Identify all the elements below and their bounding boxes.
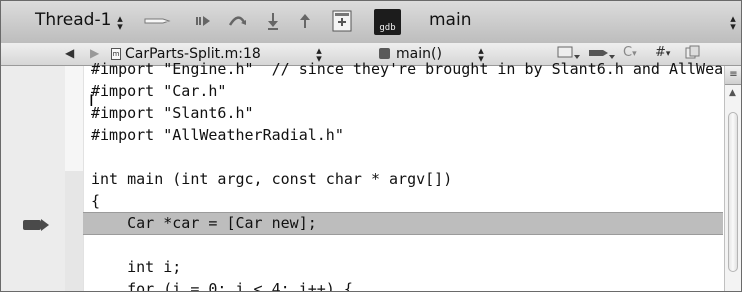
class-menu-glyph: C [623,45,633,60]
code-line[interactable]: #import "AllWeatherRadial.h" [91,125,344,145]
vertical-scrollbar[interactable]: ≡ ▲ [724,66,741,291]
class-menu-icon[interactable]: C▾ [623,45,637,60]
code-editor[interactable]: #import "Engine.h" // since they're brou… [1,59,723,291]
thread-popup-arrows-icon[interactable]: ▴ ▾ [115,13,125,32]
step-out-icon[interactable] [297,9,313,33]
file-icon-glyph: m [112,50,120,58]
scrollbar-thumb[interactable] [728,112,738,272]
pragma-menu-icon[interactable]: #▾ [655,45,670,60]
continue-icon[interactable] [193,9,213,33]
stack-popup-arrows-icon[interactable]: ▴ ▾ [728,13,738,32]
gdb-label: gdb [379,23,396,33]
stack-function-popup-label[interactable]: main [429,10,471,30]
code-line[interactable]: #import "Engine.h" // since they're brou… [91,59,723,79]
split-view-glyph: ≡ [729,69,738,80]
thread-popup-label[interactable]: Thread-1 [35,10,111,30]
code-line[interactable]: int main (int argc, const char * argv[]) [91,169,452,189]
code-line[interactable]: #import "Slant6.h" [91,103,254,123]
gdb-console-icon[interactable]: gdb [374,9,401,35]
code-line[interactable]: for (i = 0; i < 4; i++) { [91,279,353,291]
debugger-toolbar: Thread-1 ▴ ▾ gdb main ▴ ▾ [1,1,741,44]
current-code-line[interactable]: Car *car = [Car new]; [91,213,317,233]
debugger-window-icon[interactable] [331,9,353,33]
scroll-up-arrow-icon[interactable]: ▲ [729,88,736,98]
function-icon [379,48,390,59]
code-line[interactable]: #import "Car.h" [91,81,226,101]
split-view-button[interactable]: ≡ [725,66,741,85]
code-line[interactable]: { [91,191,100,211]
pragma-menu-glyph: # [655,45,666,60]
step-into-icon[interactable] [265,9,281,33]
breakpoints-toggle-icon[interactable] [143,9,173,33]
text-cursor-icon: I [89,91,94,110]
back-arrow-icon[interactable]: ◀ [65,46,74,60]
editor-window: Thread-1 ▴ ▾ gdb main ▴ ▾ ◀ ▶ m CarParts-S… [0,0,742,292]
step-over-icon[interactable] [227,9,249,33]
code-line[interactable]: int i; [91,257,181,277]
forward-arrow-icon[interactable]: ▶ [90,46,99,60]
